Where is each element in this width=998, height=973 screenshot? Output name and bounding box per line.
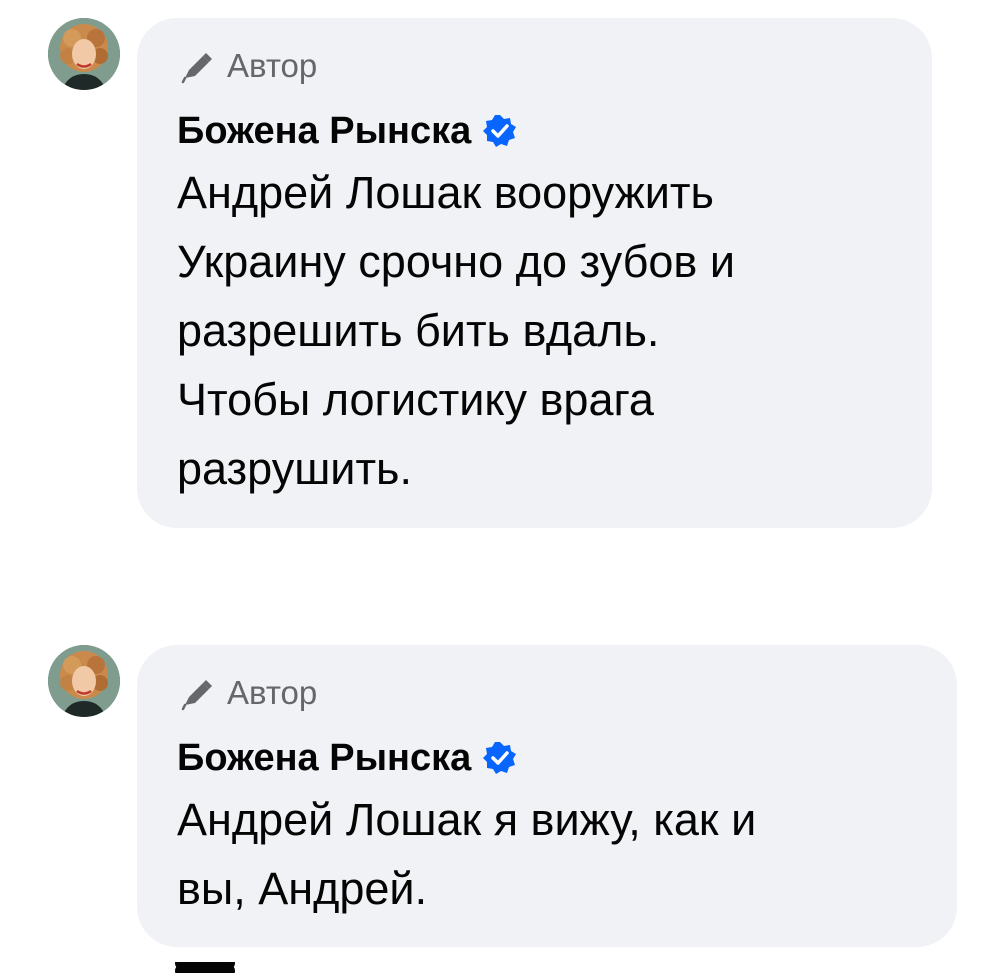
comment-text-line: Андрей Лошак вооружить bbox=[177, 167, 714, 218]
comment-text-line: разрешить бить вдаль. bbox=[177, 305, 660, 356]
avatar[interactable] bbox=[48, 645, 120, 717]
comment-text-line: разрушить. bbox=[177, 443, 412, 494]
author-badge-label: Автор bbox=[227, 47, 318, 84]
comment-bubble: Автор Божена Рынска Андрей Лошак я вижу,… bbox=[137, 645, 957, 947]
verified-check-icon bbox=[483, 114, 517, 148]
pen-icon bbox=[177, 673, 217, 713]
name-row: Божена Рынска bbox=[177, 733, 921, 783]
avatar[interactable] bbox=[48, 18, 120, 90]
comment-text-line: Украину срочно до зубов и bbox=[177, 236, 735, 287]
comment-text: Андрей Лошак я вижу, как и вы, Андрей. bbox=[177, 785, 921, 923]
author-name[interactable]: Божена Рынска bbox=[177, 106, 471, 156]
comment-text-line: вы, Андрей. bbox=[177, 863, 428, 914]
author-badge: Автор bbox=[177, 44, 896, 88]
comment-text: Андрей Лошак вооружить Украину срочно до… bbox=[177, 158, 896, 503]
verified-check-icon bbox=[483, 741, 517, 775]
pen-icon bbox=[177, 46, 217, 86]
author-badge: Автор bbox=[177, 671, 921, 715]
comment-text-line: Чтобы логистику врага bbox=[177, 374, 654, 425]
cutoff-next-row bbox=[175, 962, 495, 973]
comment-text-line: Андрей Лошак я вижу, как и bbox=[177, 794, 757, 845]
comment-bubble: Автор Божена Рынска Андрей Лошак вооружи… bbox=[137, 18, 932, 528]
cutoff-glyph bbox=[175, 964, 235, 973]
avatar-photo bbox=[48, 18, 120, 90]
author-name[interactable]: Божена Рынска bbox=[177, 733, 471, 783]
name-row: Божена Рынска bbox=[177, 106, 896, 156]
author-badge-label: Автор bbox=[227, 674, 318, 711]
avatar-photo bbox=[48, 645, 120, 717]
